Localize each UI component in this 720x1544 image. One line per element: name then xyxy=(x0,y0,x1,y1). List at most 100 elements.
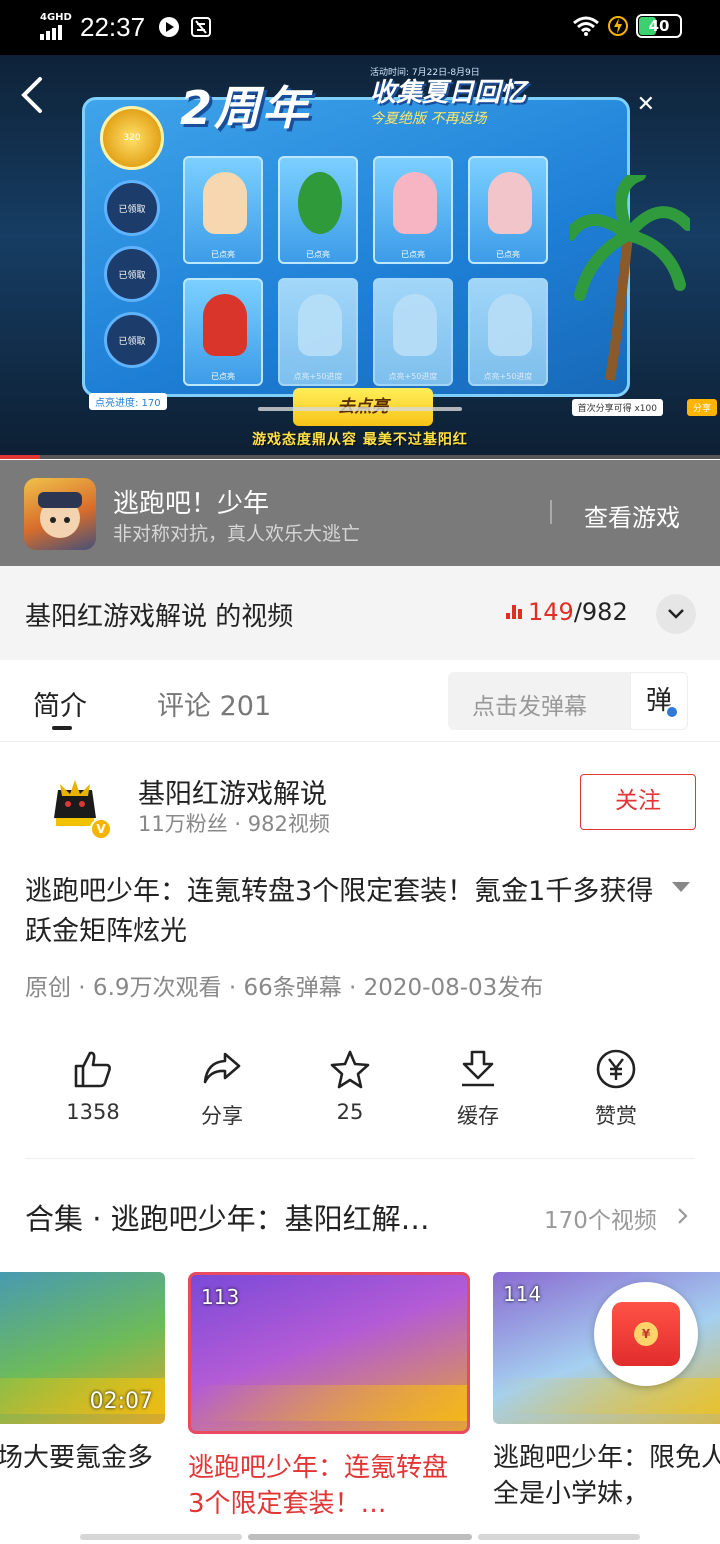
video-meta: 原创 · 6.9万次观看 · 66条弹幕 · 2020-08-03发布 xyxy=(25,975,544,1001)
share-chip: 分享 xyxy=(686,399,717,416)
light-progress: 点亮进度: 170 xyxy=(89,393,167,410)
game-banner[interactable]: 逃跑吧！少年 非对称对抗，真人欢乐大逃亡 查看游戏 xyxy=(0,460,720,566)
verified-badge-icon: V xyxy=(90,818,112,840)
battery-icon: 40 xyxy=(636,14,682,38)
chevron-right-icon[interactable] xyxy=(676,1206,690,1226)
active-tab-indicator xyxy=(52,726,72,730)
scrub-handle[interactable] xyxy=(258,407,462,411)
game-icon xyxy=(24,478,96,550)
share-icon xyxy=(203,1052,241,1084)
yuan-coin-icon xyxy=(596,1049,636,1089)
playing-icon xyxy=(506,605,522,619)
uploader-videos-row[interactable]: 基阳红游戏解说 的视频 149/982 xyxy=(0,566,720,660)
play-notification-icon xyxy=(159,17,179,37)
reward-ladder: 320 已领取 已领取 已领取 xyxy=(99,106,165,386)
video-progress-bar[interactable] xyxy=(0,455,720,459)
status-right: 40 xyxy=(572,14,682,38)
signal-icon xyxy=(40,25,72,40)
download-button[interactable]: 缓存 xyxy=(418,1048,538,1130)
danmu-placeholder: 点击发弹幕 xyxy=(472,694,587,720)
like-button[interactable]: 1358 xyxy=(33,1048,153,1124)
star-icon xyxy=(330,1050,370,1089)
share-label: 分享 xyxy=(201,1104,243,1128)
network-indicator: 4GHD xyxy=(40,13,72,40)
collection-title[interactable]: 合集 · 逃跑吧少年：基阳红解… xyxy=(25,1196,505,1238)
charging-icon xyxy=(608,16,628,36)
reward-button[interactable]: 赞赏 xyxy=(556,1048,676,1130)
costume-tile: 已点亮 xyxy=(468,156,548,264)
costume-tile: 已点亮 xyxy=(183,278,263,386)
wifi-icon xyxy=(573,16,599,36)
uploader-name[interactable]: 基阳红游戏解说 xyxy=(138,772,327,811)
episode-number: 114 xyxy=(503,1282,542,1306)
reward-node: 已领取 xyxy=(104,312,160,368)
video-position: 149/982 xyxy=(506,598,628,626)
video-duration: 02:07 xyxy=(89,1389,153,1414)
scroll-indicator xyxy=(248,1534,472,1540)
total-count: /982 xyxy=(573,598,628,626)
close-icon: ✕ xyxy=(636,92,655,117)
collection-card[interactable]: 02:07 少年：返场大要氪金多才… xyxy=(0,1272,173,1512)
reward-label: 赞赏 xyxy=(595,1104,637,1128)
panel-slogan: 今夏绝版 不再返场 xyxy=(370,111,487,127)
check-icon xyxy=(665,705,679,719)
thumbs-up-icon xyxy=(74,1051,111,1088)
video-thumbnail: 113 xyxy=(188,1272,470,1434)
costume-tile: 点亮+50进度 xyxy=(278,278,358,386)
tab-bar: 简介 评论 201 点击发弹幕 弹 xyxy=(0,660,720,742)
palm-tree-image xyxy=(570,175,690,381)
download-label: 缓存 xyxy=(457,1104,499,1128)
reward-node: 已领取 xyxy=(104,246,160,302)
back-icon[interactable] xyxy=(18,75,48,115)
uploader-videos-title: 基阳红游戏解说 的视频 xyxy=(25,602,294,632)
card-title: 逃跑吧少年：限免人局全是小学妹， xyxy=(493,1443,720,1509)
game-name: 逃跑吧！少年 xyxy=(113,489,270,519)
follow-button[interactable]: 关注 xyxy=(580,774,696,830)
panel-subtitle: 收集夏日回忆 xyxy=(370,78,527,108)
divider xyxy=(550,500,552,524)
panel-title: 2周年 xyxy=(180,81,311,135)
collection-count[interactable]: 170个视频 xyxy=(544,1201,657,1235)
expand-button[interactable] xyxy=(656,594,696,634)
divider xyxy=(25,1158,695,1159)
like-count: 1358 xyxy=(66,1100,120,1124)
game-screen-panel: 活动时间: 7月22日-8月9日 2周年 收集夏日回忆 今夏绝版 不再返场 ✕ … xyxy=(82,68,717,426)
scroll-indicator xyxy=(478,1534,640,1540)
favorite-count: 25 xyxy=(336,1100,364,1124)
favorite-button[interactable]: 25 xyxy=(290,1048,410,1124)
expand-description-icon[interactable] xyxy=(672,882,690,892)
tab-comments[interactable]: 评论 201 xyxy=(157,684,271,723)
video-subtitle: 游戏态度鼎从容 最美不过基阳红 xyxy=(252,432,468,448)
costume-tile: 点亮+50进度 xyxy=(468,278,548,386)
scroll-indicator xyxy=(80,1534,242,1540)
battery-level: 40 xyxy=(648,17,670,35)
view-game-button[interactable]: 查看游戏 xyxy=(584,498,680,533)
costume-tile: 已点亮 xyxy=(278,156,358,264)
reward-node: 已领取 xyxy=(104,180,160,236)
costume-tile: 已点亮 xyxy=(183,156,263,264)
video-thumbnail: 02:07 xyxy=(0,1272,165,1424)
status-bar: 4GHD 22:37 40 xyxy=(0,0,720,55)
tab-intro[interactable]: 简介 xyxy=(33,684,87,723)
red-envelope-button[interactable]: ¥ xyxy=(594,1282,698,1386)
chevron-down-icon xyxy=(668,609,684,619)
reward-node: 320 xyxy=(100,106,164,170)
costume-tile: 已点亮 xyxy=(373,156,453,264)
clock: 22:37 xyxy=(80,12,146,42)
episode-number: 113 xyxy=(201,1285,240,1309)
uploader-stats: 11万粉丝 · 982视频 xyxy=(138,812,330,836)
network-type: 4GHD xyxy=(40,12,72,23)
danmu-toggle-button[interactable]: 弹 xyxy=(630,672,688,730)
app-notification-icon xyxy=(191,17,211,37)
card-title: 少年：返场大要氪金多才… xyxy=(0,1443,154,1473)
danmu-input[interactable]: 点击发弹幕 弹 xyxy=(448,672,688,730)
costume-grid: 已点亮 已点亮 已点亮 已点亮 已点亮 点亮+50进度 点亮+50进度 点亮+5… xyxy=(183,156,548,386)
share-reward-chip: 首次分享可得 x100 xyxy=(571,399,663,416)
game-description: 非对称对抗，真人欢乐大逃亡 xyxy=(113,523,361,545)
collection-card-current[interactable]: 113 逃跑吧少年：连氪转盘3个限定套装！… xyxy=(188,1272,470,1522)
video-progress-fill xyxy=(0,455,40,459)
share-button[interactable]: 分享 xyxy=(162,1048,282,1130)
video-player[interactable]: 活动时间: 7月22日-8月9日 2周年 收集夏日回忆 今夏绝版 不再返场 ✕ … xyxy=(0,55,720,457)
video-title: 逃跑吧少年：连氪转盘3个限定套装！氪金1千多获得跃金矩阵炫光 xyxy=(25,876,654,947)
card-title: 逃跑吧少年：连氪转盘3个限定套装！… xyxy=(188,1453,449,1519)
